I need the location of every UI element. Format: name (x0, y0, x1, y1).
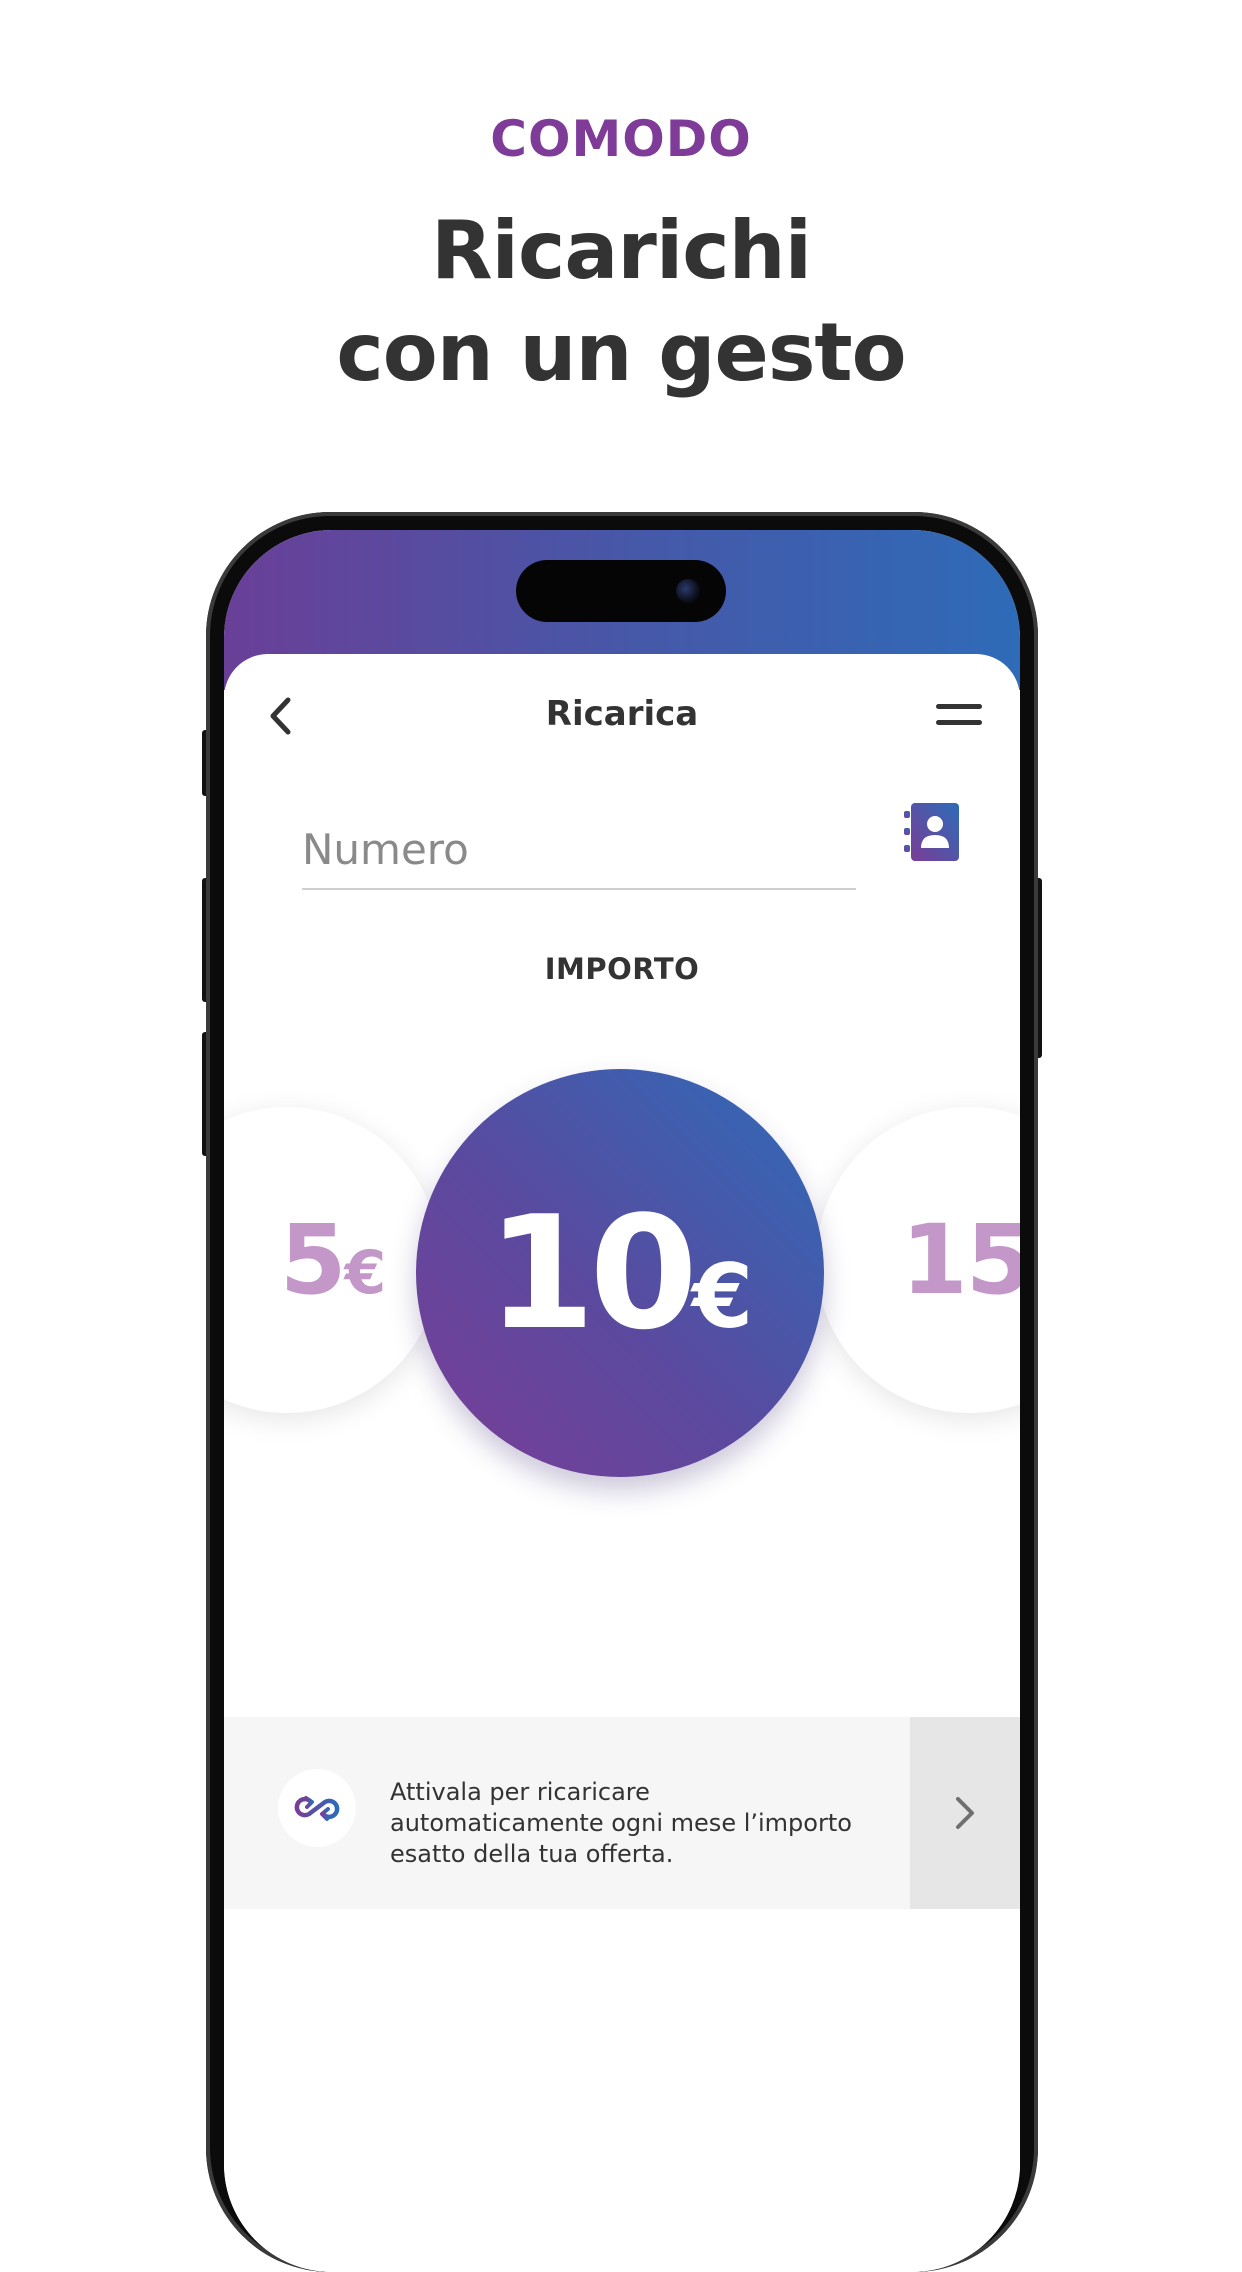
auto-recharge-action-button[interactable] (910, 1717, 1020, 1909)
currency-symbol: € (691, 1245, 754, 1348)
auto-recharge-icon-container (278, 1769, 356, 1847)
hamburger-menu-icon-bar (936, 720, 982, 725)
amount-value: 5 (279, 1204, 347, 1316)
amount-option-5[interactable]: 5€ (224, 1107, 440, 1413)
phone-screen: Ricarica Numero IMPORTO 5€ 15 10€ Attiva… (224, 530, 1020, 2272)
chevron-right-icon (956, 1797, 974, 1829)
address-book-icon (904, 803, 959, 861)
phone-frame: Ricarica Numero IMPORTO 5€ 15 10€ Attiva… (206, 512, 1038, 2272)
auto-recharge-text: Attivala per ricaricare automaticamente … (390, 1778, 852, 1868)
currency-symbol: € (344, 1238, 387, 1308)
amount-option-selected-10[interactable]: 10€ (416, 1069, 824, 1477)
amount-label: IMPORTO (544, 952, 700, 986)
amount-option-15[interactable]: 15€ (816, 1107, 1020, 1413)
dynamic-island (516, 560, 726, 622)
amount-option-text: 10€ (487, 1195, 753, 1351)
recharge-screen: Ricarica Numero IMPORTO 5€ 15 10€ Attiva… (224, 654, 1020, 2272)
headline-line-1: Ricarichi (430, 204, 812, 297)
contacts-button[interactable] (904, 802, 960, 862)
phone-number-field (302, 814, 856, 890)
amount-option-text: 15€ (901, 1204, 1020, 1316)
headline-line-2: con un gesto (336, 306, 906, 399)
auto-recharge-banner[interactable]: Attivala per ricaricare automaticamente … (224, 1717, 1020, 1909)
camera-icon (676, 579, 700, 603)
hamburger-menu-icon (936, 704, 982, 709)
menu-button[interactable] (936, 700, 982, 732)
page-title: Ricarica (545, 694, 699, 734)
amount-value: 15 (901, 1204, 1020, 1316)
auto-recharge-icon (294, 1796, 340, 1821)
headline: Ricarichi con un gesto (0, 200, 1242, 404)
eyebrow-label: COMODO (490, 110, 752, 168)
phone-number-input[interactable] (302, 814, 856, 884)
amount-value: 10 (486, 1182, 698, 1364)
amount-option-text: 5€ (279, 1204, 387, 1316)
